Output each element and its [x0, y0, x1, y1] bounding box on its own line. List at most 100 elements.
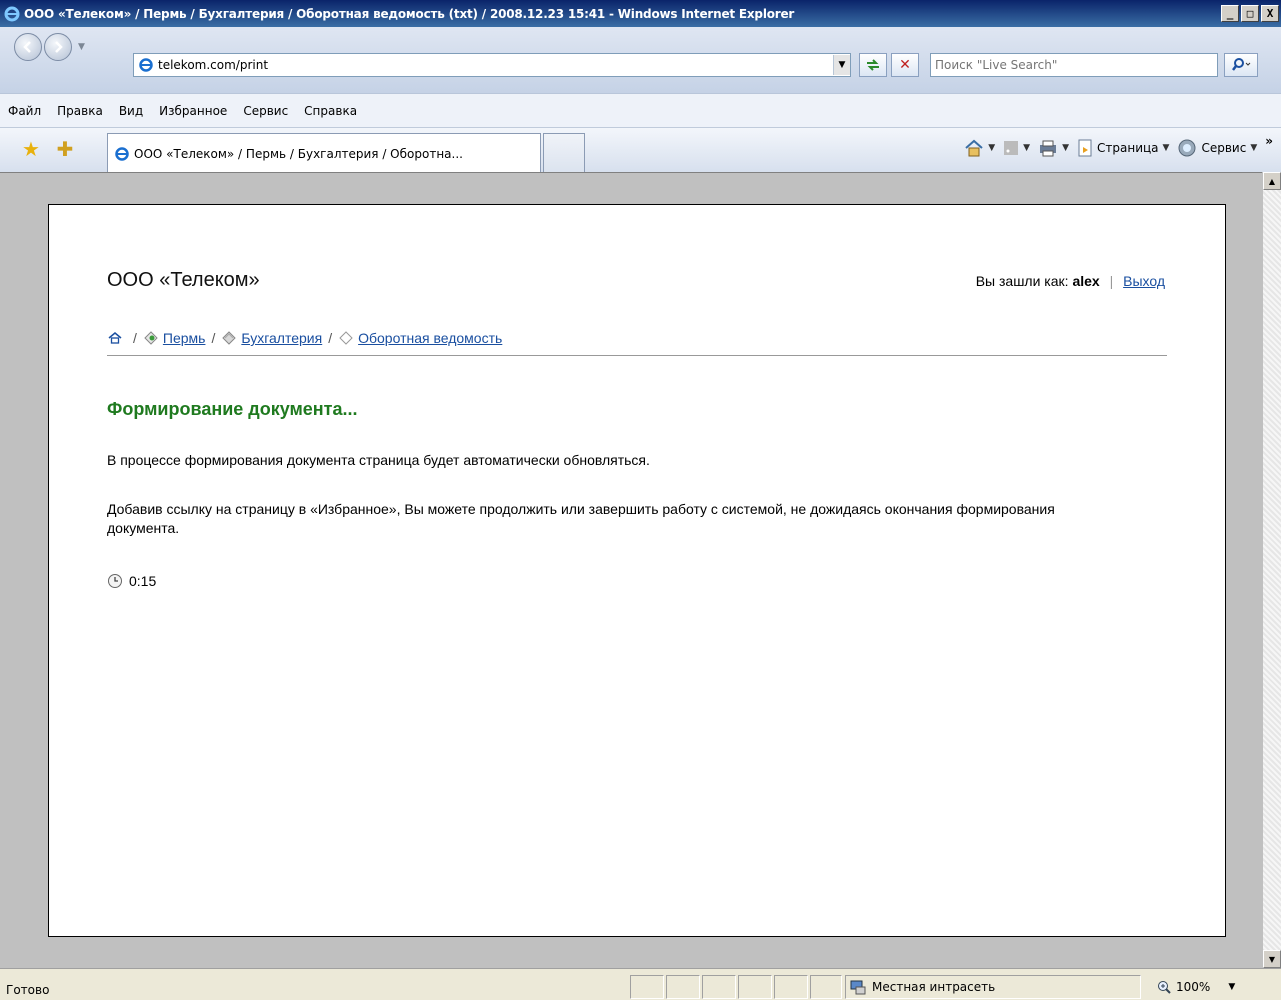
scroll-up-button[interactable]: ▲: [1263, 172, 1281, 190]
status-text: Готово: [6, 983, 50, 997]
vertical-scrollbar[interactable]: ▲ ▼: [1262, 172, 1281, 968]
status-cell: [738, 975, 772, 999]
window-title: ООО «Телеком» / Пермь / Бухгалтерия / Об…: [24, 6, 795, 21]
page-ie-icon: [139, 58, 153, 72]
tools-menu-label: Сервис: [1201, 141, 1247, 155]
rss-feed-icon: [1004, 141, 1019, 155]
address-dropdown-button[interactable]: ▼: [833, 55, 850, 75]
login-prefix: Вы зашли как:: [975, 273, 1069, 289]
status-bar: Готово Местная интрасеть 100% ▼: [0, 968, 1281, 1000]
page-dropdown-icon: ▼: [1162, 143, 1170, 153]
page-icon: [1078, 139, 1092, 157]
breadcrumb-separator: /: [133, 330, 137, 346]
search-box[interactable]: [930, 53, 1218, 77]
status-cell: [810, 975, 842, 999]
security-zone[interactable]: Местная интрасеть: [845, 975, 1141, 999]
zone-label: Местная интрасеть: [872, 980, 996, 994]
search-icon: [1232, 58, 1251, 71]
intranet-zone-icon: [850, 980, 866, 995]
info-paragraph-refresh: В процессе формирования документа страни…: [107, 452, 650, 468]
timer-value: 0:15: [129, 573, 157, 589]
command-bar: ▼ ▼ ▼ Страница ▼ Сервис ▼ »: [964, 134, 1273, 158]
home-dropdown-icon[interactable]: ▼: [988, 143, 995, 153]
ie-logo-icon: [4, 6, 20, 21]
print-button[interactable]: ▼: [1038, 139, 1069, 157]
menu-help[interactable]: Справка: [304, 104, 357, 118]
username: alex: [1072, 273, 1100, 289]
zoom-control[interactable]: 100% ▼: [1150, 975, 1260, 999]
tab-title: ООО «Телеком» / Пермь / Бухгалтерия / Об…: [134, 146, 463, 161]
home-icon[interactable]: [107, 330, 123, 346]
search-button[interactable]: [1224, 53, 1258, 77]
stop-button[interactable]: ✕: [891, 53, 919, 77]
document-tag-icon: [339, 331, 353, 345]
feeds-button[interactable]: ▼: [1003, 140, 1030, 156]
printer-icon: [1040, 140, 1057, 157]
clock-icon: [108, 574, 122, 588]
breadcrumb-region-link[interactable]: Пермь: [163, 330, 206, 346]
scroll-down-button[interactable]: ▼: [1263, 950, 1281, 968]
company-name: ООО «Телеком»: [107, 269, 260, 291]
home-button[interactable]: ▼: [964, 139, 995, 157]
page-menu-button[interactable]: Страница ▼: [1077, 139, 1169, 157]
back-arrow-icon: [23, 41, 31, 53]
menu-bar: Файл Правка Вид Избранное Сервис Справка: [0, 93, 1281, 127]
tab-ie-icon: [115, 146, 129, 161]
new-tab-button[interactable]: [543, 133, 585, 173]
stop-icon: ✕: [899, 57, 911, 73]
menu-view[interactable]: Вид: [119, 104, 143, 118]
menu-favorites[interactable]: Избранное: [159, 104, 227, 118]
zoom-icon: [1158, 981, 1171, 994]
breadcrumb-department-link[interactable]: Бухгалтерия: [241, 330, 322, 346]
search-input[interactable]: [935, 58, 1217, 72]
feeds-dropdown-icon[interactable]: ▼: [1023, 143, 1030, 153]
menu-edit[interactable]: Правка: [57, 104, 103, 118]
browser-viewport: ООО «Телеком» Вы зашли как: alex | Выход…: [0, 172, 1262, 968]
print-dropdown-icon[interactable]: ▼: [1062, 143, 1069, 153]
tab-bar: ★ ✚ ООО «Телеком» / Пермь / Бухгалтерия …: [0, 127, 1281, 173]
history-dropdown-icon[interactable]: ▼: [78, 42, 85, 52]
login-separator: |: [1109, 273, 1114, 289]
breadcrumb-separator: /: [211, 330, 216, 346]
breadcrumb-separator: /: [328, 330, 333, 346]
forward-arrow-icon: [55, 41, 63, 53]
region-icon: [144, 331, 158, 345]
minimize-button[interactable]: _: [1221, 5, 1239, 22]
menu-file[interactable]: Файл: [8, 104, 41, 118]
favorites-center-icon[interactable]: ★: [20, 138, 42, 160]
department-icon: [222, 331, 237, 345]
tab-active[interactable]: ООО «Телеком» / Пермь / Бухгалтерия / Об…: [107, 133, 541, 173]
title-bar: ООО «Телеком» / Пермь / Бухгалтерия / Об…: [0, 0, 1281, 27]
refresh-icon: [867, 59, 879, 71]
login-info: Вы зашли как: alex | Выход: [976, 273, 1165, 289]
gear-icon: [1178, 139, 1196, 157]
logout-link[interactable]: Выход: [1123, 273, 1165, 289]
tools-menu-button[interactable]: Сервис ▼: [1177, 138, 1257, 158]
status-cell: [774, 975, 808, 999]
breadcrumb-document-link[interactable]: Оборотная ведомость: [358, 330, 502, 346]
tools-dropdown-icon: ▼: [1250, 143, 1258, 153]
breadcrumb: / Пермь / Бухгалтерия / Оборотная ведомо…: [107, 330, 1167, 356]
info-paragraph-favorites: Добавив ссылку на страницу в «Избранное»…: [107, 501, 1055, 536]
address-bar[interactable]: ▼: [133, 53, 851, 77]
zoom-dropdown-icon[interactable]: ▼: [1228, 982, 1235, 992]
status-cell: [666, 975, 700, 999]
close-button[interactable]: X: [1261, 5, 1279, 22]
web-page: ООО «Телеком» Вы зашли как: alex | Выход…: [48, 204, 1226, 937]
add-favorite-icon[interactable]: ✚: [54, 138, 76, 160]
page-heading: Формирование документа...: [107, 399, 358, 419]
maximize-button[interactable]: □: [1241, 5, 1259, 22]
back-button[interactable]: [14, 33, 42, 61]
page-menu-label: Страница: [1097, 141, 1159, 155]
forward-button[interactable]: [44, 33, 72, 61]
chevron-more-icon[interactable]: »: [1265, 134, 1273, 148]
refresh-button[interactable]: [859, 53, 887, 77]
home-icon: [965, 139, 983, 157]
address-input[interactable]: [158, 58, 833, 72]
menu-tools[interactable]: Сервис: [243, 104, 288, 118]
zoom-level: 100%: [1176, 980, 1211, 994]
status-cell: [702, 975, 736, 999]
status-cell: [630, 975, 664, 999]
navigation-bar: ▼ ▼ ✕: [0, 27, 1281, 93]
elapsed-timer: 0:15: [107, 573, 156, 589]
